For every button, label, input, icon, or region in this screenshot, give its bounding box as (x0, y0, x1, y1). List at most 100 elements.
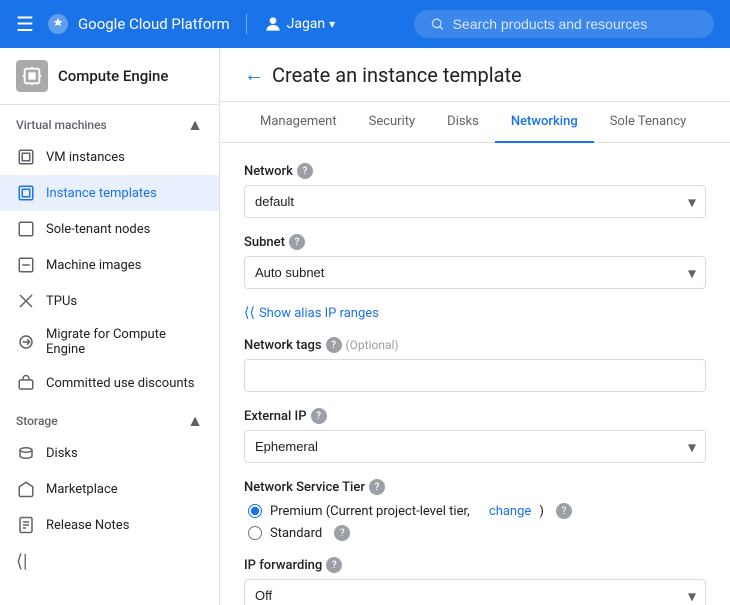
sidebar-item-release-notes[interactable]: Release Notes (0, 507, 219, 543)
sidebar-item-vm-instances[interactable]: VM instances (0, 139, 219, 175)
instance-templates-icon (16, 183, 36, 203)
network-tags-label: Network tags ? (Optional) (244, 337, 706, 353)
nst-premium-help-icon[interactable]: ? (556, 503, 572, 519)
vm-instances-icon (16, 147, 36, 167)
sidebar-item-tpus[interactable]: TPUs (0, 283, 219, 319)
network-tags-help-icon[interactable]: ? (326, 337, 342, 353)
gcp-logo-icon (46, 12, 70, 36)
nst-radio-group: Premium (Current project-level tier, cha… (244, 503, 706, 541)
sidebar-item-label-sole-tenant: Sole-tenant nodes (46, 222, 150, 237)
nst-premium-radio[interactable] (248, 504, 262, 518)
sidebar-item-label-migrate: Migrate for Compute Engine (46, 327, 203, 357)
sidebar-product-header: Compute Engine (0, 48, 219, 105)
sidebar-item-machine-images[interactable]: Machine images (0, 247, 219, 283)
show-alias-text: Show alias IP ranges (259, 306, 379, 321)
topbar-title: Google Cloud Platform (78, 15, 230, 33)
sole-tenant-icon (16, 219, 36, 239)
page-title: Create an instance template (272, 63, 522, 87)
network-select-wrapper: default ▾ (244, 185, 706, 218)
committed-use-icon (16, 373, 36, 393)
network-select[interactable]: default (244, 185, 706, 218)
marketplace-icon (16, 479, 36, 499)
network-group: Network ? default ▾ (244, 163, 706, 218)
layout: Compute Engine Virtual machines ▲ VM ins… (0, 48, 730, 605)
menu-icon[interactable]: ☰ (16, 12, 34, 36)
topbar-divider (246, 14, 247, 34)
sidebar-item-label-vm-instances: VM instances (46, 150, 125, 165)
sidebar-item-label-release-notes: Release Notes (46, 518, 129, 533)
subnet-group: Subnet ? Auto subnet ▾ (244, 234, 706, 289)
network-help-icon[interactable]: ? (297, 163, 313, 179)
subnet-label: Subnet ? (244, 234, 706, 250)
external-ip-select[interactable]: Ephemeral None (244, 430, 706, 463)
sidebar-item-sole-tenant-nodes[interactable]: Sole-tenant nodes (0, 211, 219, 247)
search-input[interactable] (453, 16, 698, 32)
migrate-icon (16, 332, 36, 352)
nst-standard-option: Standard ? (248, 525, 706, 541)
sidebar-item-label-committed-use: Committed use discounts (46, 376, 195, 391)
collapse-icon: ⟨| (16, 551, 27, 572)
chevron-down-icon: ▾ (329, 17, 335, 31)
storage-label: Storage (16, 414, 58, 428)
subnet-select-wrapper: Auto subnet ▾ (244, 256, 706, 289)
external-ip-help-icon[interactable]: ? (311, 408, 327, 424)
show-alias-link[interactable]: ⟨⟨ Show alias IP ranges (244, 305, 706, 321)
nst-premium-option: Premium (Current project-level tier, cha… (248, 503, 706, 519)
back-button[interactable]: ← (244, 62, 264, 87)
tab-management[interactable]: Management (244, 102, 353, 143)
sidebar-item-committed-use[interactable]: Committed use discounts (0, 365, 219, 401)
external-ip-group: External IP ? Ephemeral None ▾ (244, 408, 706, 463)
ip-forwarding-select[interactable]: Off On (244, 579, 706, 605)
sidebar-item-instance-templates[interactable]: Instance templates (0, 175, 219, 211)
ip-forwarding-label: IP forwarding ? (244, 557, 706, 573)
external-ip-label: External IP ? (244, 408, 706, 424)
tab-disks[interactable]: Disks (431, 102, 495, 143)
nst-change-link[interactable]: change (489, 504, 531, 519)
sidebar-item-disks[interactable]: Disks (0, 435, 219, 471)
nst-label: Network Service Tier ? (244, 479, 706, 495)
release-notes-icon (16, 515, 36, 535)
tabs: Management Security Disks Networking Sol… (220, 102, 730, 143)
network-tags-optional: (Optional) (346, 338, 399, 352)
ip-forwarding-help-icon[interactable]: ? (326, 557, 342, 573)
sidebar-item-label-marketplace: Marketplace (46, 482, 118, 497)
storage-section[interactable]: Storage ▲ (0, 401, 219, 435)
tab-security[interactable]: Security (353, 102, 432, 143)
network-service-tier: Network Service Tier ? Premium (Current … (244, 479, 706, 541)
sidebar-item-migrate-compute[interactable]: Migrate for Compute Engine (0, 319, 219, 365)
sidebar-item-marketplace[interactable]: Marketplace (0, 471, 219, 507)
virtual-machines-section[interactable]: Virtual machines ▲ (0, 105, 219, 139)
tab-networking[interactable]: Networking (495, 102, 594, 143)
topbar-search[interactable] (414, 10, 714, 38)
topbar-user[interactable]: Jagan ▾ (263, 14, 336, 34)
network-tags-group: Network tags ? (Optional) (244, 337, 706, 392)
nst-standard-radio[interactable] (248, 526, 262, 540)
vm-section-chevron: ▲ (187, 115, 203, 135)
subnet-select[interactable]: Auto subnet (244, 256, 706, 289)
sidebar-collapse[interactable]: ⟨| (0, 543, 219, 580)
sidebar-item-label-disks: Disks (46, 446, 78, 461)
main-content: ← Create an instance template Management… (220, 48, 730, 605)
nst-premium-label: Premium (Current project-level tier, (270, 504, 470, 519)
machine-images-icon (16, 255, 36, 275)
search-icon (430, 16, 445, 32)
sidebar: Compute Engine Virtual machines ▲ VM ins… (0, 48, 220, 605)
tab-sole-tenancy[interactable]: Sole Tenancy (594, 102, 703, 143)
ip-forwarding-select-wrapper: Off On ▾ (244, 579, 706, 605)
form-area: Network ? default ▾ Subnet ? (220, 143, 730, 605)
nst-standard-label: Standard (270, 526, 322, 541)
nst-standard-help-icon[interactable]: ? (334, 525, 350, 541)
disks-icon (16, 443, 36, 463)
topbar: ☰ Google Cloud Platform Jagan ▾ (0, 0, 730, 48)
sidebar-item-label-machine-images: Machine images (46, 258, 141, 273)
subnet-help-icon[interactable]: ? (289, 234, 305, 250)
network-tags-input[interactable] (244, 359, 706, 392)
page-header: ← Create an instance template (220, 48, 730, 102)
sidebar-product-title: Compute Engine (58, 67, 168, 85)
compute-engine-icon (16, 60, 48, 92)
nst-help-icon[interactable]: ? (369, 479, 385, 495)
user-icon (263, 14, 283, 34)
sidebar-item-label-instance-templates: Instance templates (46, 186, 157, 201)
topbar-logo: Google Cloud Platform (46, 12, 230, 36)
user-name: Jagan (287, 16, 326, 32)
